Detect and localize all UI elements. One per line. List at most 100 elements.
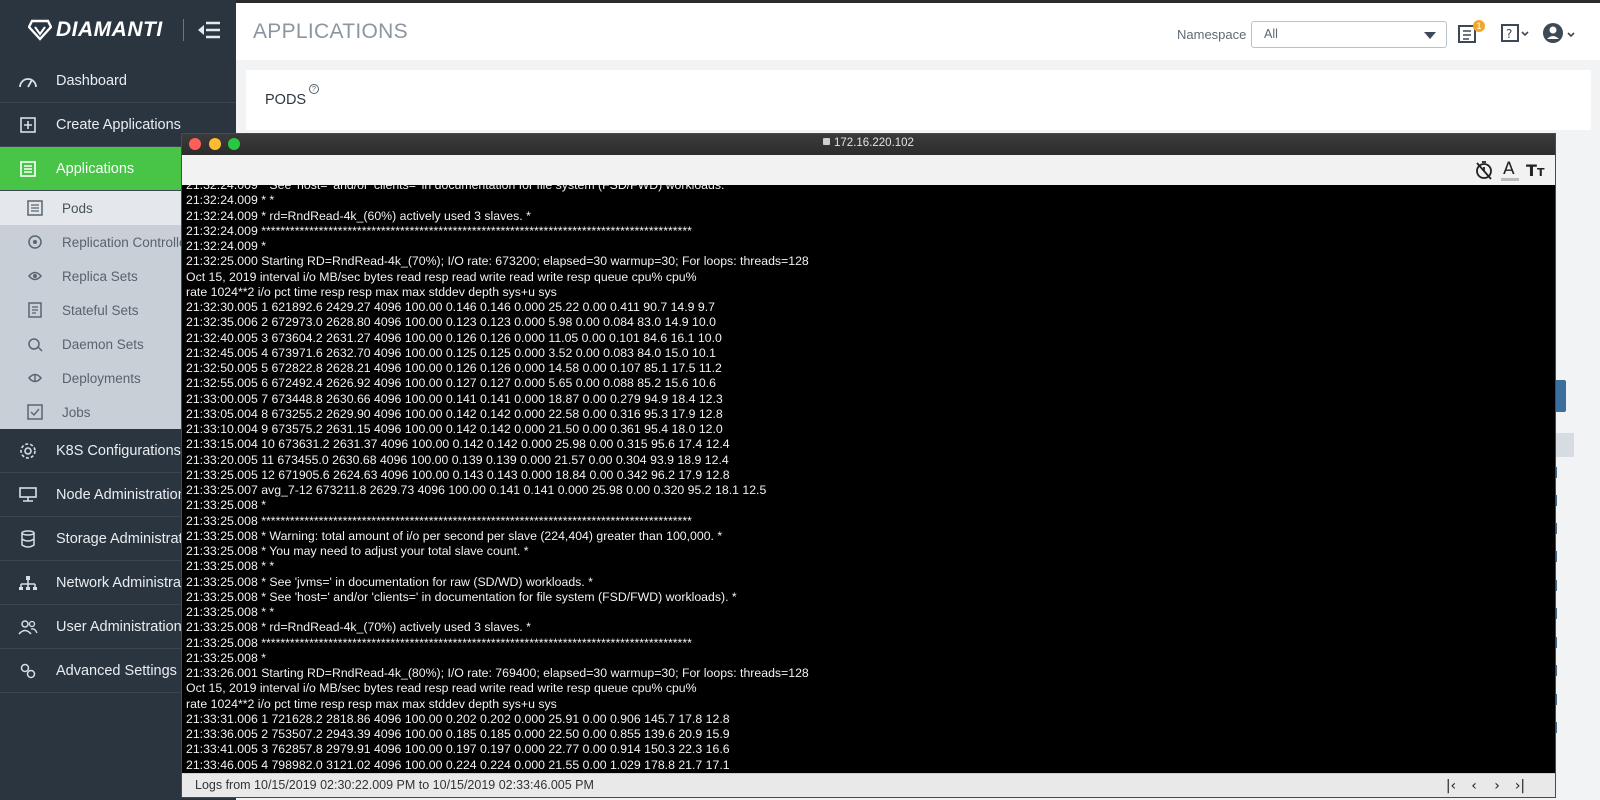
svg-text:?: ?: [1506, 27, 1512, 41]
chevron-down-icon: [1424, 32, 1436, 39]
svg-text:A: A: [1503, 159, 1515, 179]
plus-square-icon: [18, 115, 38, 135]
terminal-window[interactable]: 172.16.220.102 A TT 21:32:24.009 * See '…: [181, 133, 1556, 798]
terminal-line: 21:33:25.008 * Warning: total amount of …: [186, 528, 723, 543]
server-icon: [18, 485, 38, 505]
pods-panel: [246, 70, 1591, 130]
sidebar-subitem-label: Replication Controllers: [62, 234, 198, 250]
terminal-line: 21:33:25.008 ***************************…: [186, 635, 692, 650]
gear-icon: [18, 441, 38, 461]
terminal-line: 21:33:46.005 4 798982.0 3121.02 4096 100…: [186, 757, 730, 772]
terminal-line: 21:33:25.007 avg_7-12 673211.8 2629.73 4…: [186, 483, 767, 497]
font-color-icon[interactable]: A: [1498, 159, 1522, 181]
terminal-line: 21:33:25.008 * See 'jvms=' in documentat…: [186, 574, 593, 589]
replica-icon: [26, 267, 44, 285]
terminal-line: 21:33:25.008 * rd=RndRead-4k_(70%) activ…: [186, 620, 531, 635]
timer-off-icon[interactable]: [1472, 159, 1496, 181]
terminal-line: 21:33:15.004 10 673631.2 2631.37 4096 10…: [186, 437, 730, 452]
help-circle-icon[interactable]: ?: [309, 84, 319, 94]
svg-text:T: T: [1537, 166, 1545, 179]
terminal-line: 21:33:25.008 *: [186, 498, 267, 513]
terminal-host-text: 172.16.220.102: [834, 137, 914, 149]
terminal-line: 21:32:35.006 2 672973.0 2628.80 4096 100…: [186, 315, 716, 330]
jobs-icon: [26, 403, 44, 421]
terminal-line: Oct 15, 2019 interval i/o MB/sec bytes r…: [186, 681, 697, 696]
sidebar-item-label: Applications: [56, 160, 135, 177]
text-size-icon[interactable]: TT: [1525, 159, 1549, 181]
stateful-icon: [26, 301, 44, 319]
user-avatar-icon[interactable]: [1542, 22, 1578, 44]
terminal-line: 21:33:20.005 11 673455.0 2630.68 4096 10…: [186, 452, 729, 467]
terminal-log-lines: 21:32:24.009 * See 'host=' and/or 'clien…: [186, 185, 809, 773]
terminal-output[interactable]: 21:32:24.009 * See 'host=' and/or 'clien…: [182, 185, 1555, 774]
terminal-line: 21:33:05.004 8 673255.2 2629.90 4096 100…: [186, 406, 723, 421]
terminal-line: 21:33:25.008 * You may need to adjust yo…: [186, 544, 529, 558]
brand: DIAMANTI: [0, 0, 236, 60]
sidebar-subitem-label: Jobs: [62, 404, 91, 420]
sidebar-subitem-label: Stateful Sets: [62, 302, 139, 318]
namespace-select[interactable]: All: [1251, 21, 1447, 48]
lock-icon: [823, 138, 831, 145]
terminal-line: 21:33:41.005 3 762857.8 2979.91 4096 100…: [186, 742, 730, 757]
collapse-menu-icon[interactable]: [196, 19, 222, 41]
notification-badge: 1: [1473, 20, 1485, 32]
namespace-label: Namespace: [1177, 27, 1247, 42]
previous-page-icon[interactable]: ‹: [1465, 777, 1483, 794]
terminal-line: 21:33:36.005 2 753507.2 2943.39 4096 100…: [186, 727, 730, 741]
pods-section-title: PODS: [265, 92, 307, 108]
terminal-line: 21:32:50.005 5 672822.8 2628.21 4096 100…: [186, 361, 722, 375]
sidebar-item-label: K8S Configurations: [56, 442, 181, 459]
first-page-icon[interactable]: |‹: [1442, 777, 1460, 794]
network-icon: [18, 573, 38, 593]
terminal-line: 21:33:25.008 ***************************…: [186, 513, 692, 528]
top-header: APPLICATIONS Namespace All 1 ?: [236, 0, 1600, 60]
terminal-toolbar: A TT: [182, 155, 1555, 185]
next-page-icon[interactable]: ›: [1488, 777, 1506, 794]
page-title: APPLICATIONS: [253, 19, 408, 43]
sidebar-item-label: Storage Administration: [56, 530, 202, 547]
brand-divider: [182, 19, 184, 41]
terminal-host: 172.16.220.102: [182, 137, 1555, 149]
terminal-line: 21:32:24.009 * See 'host=' and/or 'clien…: [186, 185, 725, 192]
last-page-icon[interactable]: ›|: [1511, 777, 1529, 794]
database-icon: [18, 529, 38, 549]
terminal-line: 21:32:55.005 6 672492.4 2626.92 4096 100…: [186, 376, 716, 391]
terminal-line: 21:33:25.008 * See 'host=' and/or 'clien…: [186, 589, 737, 604]
sidebar-item-label: Dashboard: [56, 73, 127, 89]
sidebar-item-dashboard[interactable]: Dashboard: [0, 60, 236, 103]
terminal-line: 21:33:00.005 7 673448.8 2630.66 4096 100…: [186, 391, 723, 406]
terminal-line: 21:32:30.005 1 621892.6 2429.27 4096 100…: [186, 300, 716, 314]
daemon-icon: [26, 335, 44, 353]
help-icon[interactable]: ?: [1501, 23, 1533, 45]
terminal-line: 21:33:25.008 * *: [186, 559, 275, 574]
terminal-line: 21:33:31.006 1 721628.2 2818.86 4096 100…: [186, 711, 730, 726]
diamond-logo-icon: [27, 19, 53, 41]
terminal-line: 21:32:24.009 *: [186, 239, 267, 253]
replication-icon: [26, 233, 44, 251]
terminal-line: rate 1024**2 i/o pct time resp resp max …: [186, 284, 557, 299]
terminal-line: 21:32:24.009 * rd=RndRead-4k_(60%) activ…: [186, 208, 531, 223]
terminal-line: 21:32:25.000 Starting RD=RndRead-4k_(70%…: [186, 254, 809, 269]
sidebar-subitem-label: Daemon Sets: [62, 336, 144, 352]
terminal-line: 21:32:45.005 4 673971.6 2632.70 4096 100…: [186, 345, 716, 360]
settings-icon: [18, 661, 38, 681]
sidebar-item-label: Node Administration: [56, 486, 186, 503]
svg-text:T: T: [1526, 161, 1537, 180]
sidebar-item-label: Create Applications: [56, 116, 181, 133]
terminal-line: 21:33:25.005 12 671905.6 2624.63 4096 10…: [186, 467, 730, 482]
list-icon: [26, 199, 44, 217]
terminal-line: 21:32:40.005 3 673604.2 2631.27 4096 100…: [186, 330, 722, 345]
sidebar-item-label: User Administration: [56, 618, 182, 635]
sidebar-subitem-label: Pods: [62, 200, 93, 216]
brand-name: DIAMANTI: [56, 18, 163, 41]
terminal-titlebar[interactable]: 172.16.220.102: [182, 134, 1555, 155]
terminal-line: 21:32:24.009 ***************************…: [186, 223, 692, 238]
sidebar-item-label: Advanced Settings: [56, 662, 177, 679]
terminal-line: 21:33:26.001 Starting RD=RndRead-4k_(80%…: [186, 666, 809, 680]
sidebar-subitem-label: Replica Sets: [62, 268, 138, 284]
terminal-line: 21:33:25.008 *: [186, 650, 267, 665]
namespace-value: All: [1264, 27, 1278, 41]
terminal-footer: Logs from 10/15/2019 02:30:22.009 PM to …: [182, 773, 1555, 797]
list-icon: [18, 159, 38, 179]
terminal-line: 21:33:25.008 * *: [186, 605, 275, 619]
